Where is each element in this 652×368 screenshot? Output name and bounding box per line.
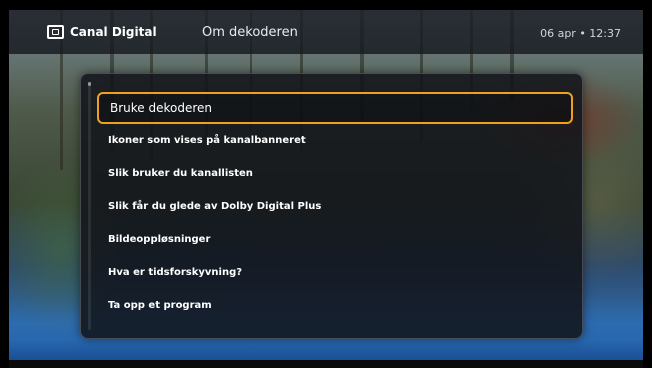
menu-item-bruke-dekoderen[interactable]: Bruke dekoderen	[97, 92, 573, 124]
menu-item-label: Slik bruker du kanallisten	[108, 168, 253, 179]
scrollbar[interactable]	[88, 82, 91, 330]
menu-item-label: Slik får du glede av Dolby Digital Plus	[108, 201, 322, 212]
letterbox-top	[0, 0, 652, 10]
page-title: Om dekoderen	[202, 25, 298, 40]
menu-item-label: Bruke dekoderen	[110, 101, 213, 115]
brand-name: Canal Digital	[70, 25, 157, 39]
header-bar: Canal Digital Om dekoderen 06 apr • 12:3…	[9, 10, 643, 54]
menu-item-label: Ta opp et program	[108, 300, 212, 311]
menu-item-bildeopplosninger[interactable]: Bildeoppløsninger	[97, 223, 575, 256]
date-time: 06 apr • 12:37	[540, 27, 621, 40]
menu-item-ikoner[interactable]: Ikoner som vises på kanalbanneret	[97, 124, 575, 157]
menu-item-tidsforskyvning[interactable]: Hva er tidsforskyvning?	[97, 256, 575, 289]
menu-item-label: Ikoner som vises på kanalbanneret	[108, 135, 306, 146]
menu-item-ta-opp-program[interactable]: Ta opp et program	[97, 289, 575, 322]
scroll-thumb[interactable]	[88, 82, 91, 86]
tv-icon	[47, 25, 64, 39]
letterbox-right	[643, 0, 652, 368]
menu-item-kanallisten[interactable]: Slik bruker du kanallisten	[97, 157, 575, 190]
menu-item-dolby-digital-plus[interactable]: Slik får du glede av Dolby Digital Plus	[97, 190, 575, 223]
menu-item-label: Hva er tidsforskyvning?	[108, 267, 243, 278]
menu-item-label: Bildeoppløsninger	[108, 234, 211, 245]
brand-logo: Canal Digital	[47, 25, 157, 39]
letterbox-bottom	[0, 360, 652, 368]
menu-panel: Bruke dekoderen Ikoner som vises på kana…	[80, 73, 583, 339]
menu-list: Bruke dekoderen Ikoner som vises på kana…	[97, 92, 575, 322]
tv-screen: Canal Digital Om dekoderen 06 apr • 12:3…	[0, 0, 652, 368]
letterbox-left	[0, 0, 9, 368]
